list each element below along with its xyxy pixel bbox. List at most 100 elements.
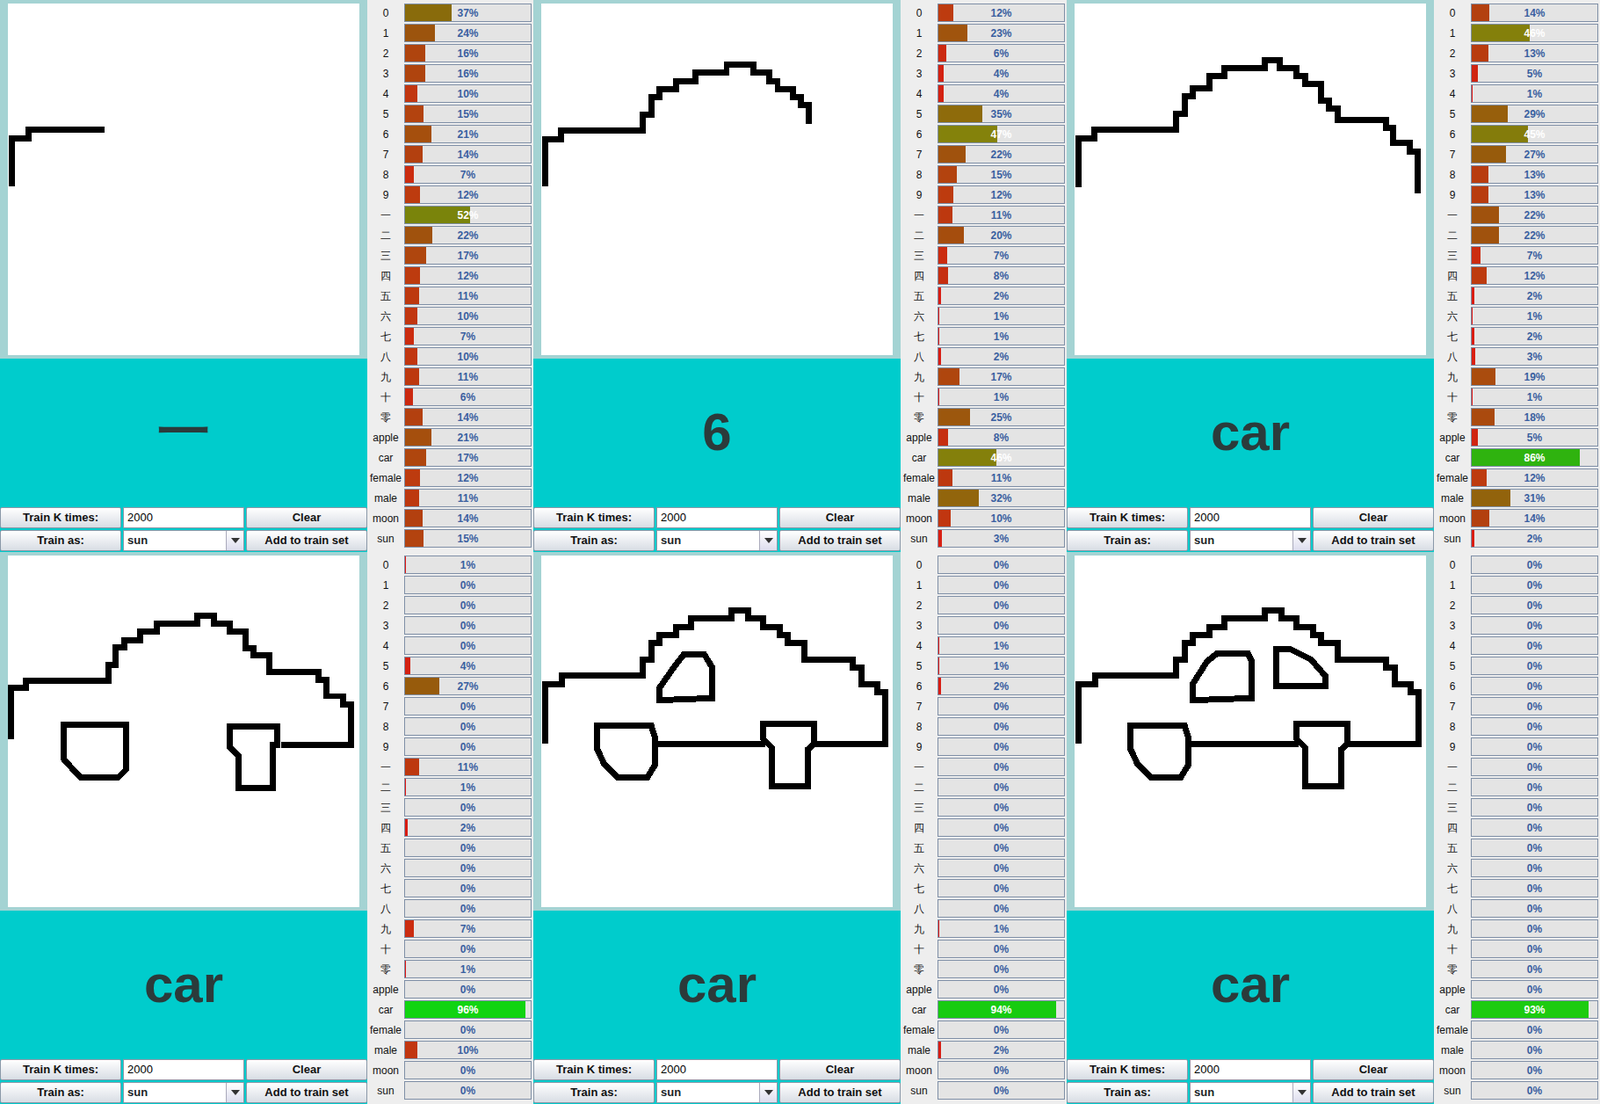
score-track: 22%	[937, 144, 1065, 164]
class-name: 3	[367, 620, 405, 631]
drawing-canvas[interactable]	[541, 555, 893, 907]
score-reading: 0%	[938, 778, 1065, 796]
score-track: 0%	[1470, 1040, 1599, 1059]
class-name: 十	[367, 943, 405, 955]
prediction-label: car	[533, 910, 901, 1058]
score-track: 10%	[404, 1040, 532, 1059]
add-to-train-set-button[interactable]: Add to train set	[779, 529, 901, 551]
class-name: 四	[900, 270, 938, 282]
score-row: 四0%	[900, 817, 1067, 838]
class-name: 5	[900, 108, 938, 120]
drawing-canvas[interactable]	[1074, 3, 1427, 355]
add-to-train-set-button[interactable]: Add to train set	[1312, 1081, 1434, 1103]
clear-button[interactable]: Clear	[1312, 1058, 1434, 1080]
score-row: 51%	[900, 655, 1067, 676]
drawing-canvas[interactable]	[7, 3, 360, 355]
score-row: 10%	[1433, 574, 1600, 595]
score-reading: 0%	[405, 859, 531, 877]
drawing-canvas[interactable]	[1074, 555, 1427, 907]
class-name: 一	[1433, 761, 1471, 773]
drawing-canvas[interactable]	[541, 3, 893, 355]
train-as-select[interactable]: sun	[656, 1081, 778, 1103]
score-track: 0%	[404, 615, 532, 635]
class-name: 6	[367, 129, 405, 140]
score-track: 0%	[1470, 878, 1599, 898]
score-track: 17%	[404, 246, 532, 265]
score-track: 1%	[404, 959, 532, 978]
score-fill	[405, 145, 423, 163]
drawing-canvas[interactable]	[7, 555, 360, 907]
score-track: 27%	[1470, 144, 1599, 164]
score-reading: 0%	[1471, 818, 1598, 836]
class-name: 4	[367, 640, 405, 652]
score-track: 13%	[1470, 165, 1599, 184]
class-name: female	[367, 1024, 405, 1036]
train-as-row: Train as:sunAdd to train set	[1066, 1080, 1434, 1104]
score-track: 2%	[937, 347, 1065, 366]
score-track: 8%	[937, 266, 1065, 285]
clear-button[interactable]: Clear	[1312, 506, 1434, 529]
class-name: moon	[900, 513, 938, 524]
add-to-train-set-button[interactable]: Add to train set	[246, 529, 368, 551]
train-times-input[interactable]	[123, 506, 245, 529]
clear-button[interactable]: Clear	[246, 1058, 368, 1080]
class-name: 0	[1433, 559, 1471, 571]
score-track: 11%	[404, 488, 532, 507]
score-track: 0%	[937, 575, 1065, 594]
score-row: 八3%	[1433, 346, 1600, 367]
train-times-input[interactable]	[656, 506, 778, 529]
class-name: 八	[1433, 903, 1471, 914]
dropdown-arrow-icon[interactable]	[759, 530, 777, 551]
train-as-select[interactable]: sun	[1189, 529, 1311, 551]
dropdown-arrow-icon[interactable]	[1292, 1082, 1311, 1102]
dropdown-arrow-icon[interactable]	[759, 1082, 777, 1102]
add-to-train-set-button[interactable]: Add to train set	[779, 1081, 901, 1103]
class-name: 六	[1433, 311, 1471, 322]
class-name: 二	[900, 230, 938, 241]
score-row: 146%	[1433, 22, 1600, 44]
score-reading: 0%	[1471, 899, 1598, 917]
prediction-label: car	[1066, 358, 1434, 507]
score-row: moon14%	[1433, 507, 1600, 529]
class-name: 6	[367, 680, 405, 692]
train-times-row: Train K times:Clear	[0, 1057, 368, 1081]
train-times-label: Train K times:	[0, 506, 122, 529]
stroke	[763, 723, 815, 786]
clear-button[interactable]: Clear	[779, 506, 901, 529]
train-as-value: sun	[123, 530, 226, 551]
train-times-input[interactable]	[1189, 1058, 1311, 1080]
score-track: 16%	[404, 43, 532, 63]
add-to-train-set-button[interactable]: Add to train set	[1312, 529, 1434, 551]
score-row: male0%	[1433, 1039, 1600, 1060]
dropdown-arrow-icon[interactable]	[225, 1082, 244, 1102]
train-as-select[interactable]: sun	[123, 1081, 245, 1103]
clear-button[interactable]: Clear	[779, 1058, 901, 1080]
train-as-select[interactable]: sun	[1189, 1081, 1311, 1103]
train-as-select[interactable]: sun	[656, 529, 778, 551]
class-name: 1	[1433, 28, 1471, 39]
class-name: 十	[900, 943, 938, 955]
class-name: 三	[1433, 802, 1471, 813]
clear-button[interactable]: Clear	[246, 506, 368, 529]
dropdown-arrow-icon[interactable]	[1292, 530, 1311, 551]
score-row: 34%	[900, 63, 1067, 84]
train-times-input[interactable]	[123, 1058, 245, 1080]
train-times-row: Train K times:Clear	[1066, 1057, 1434, 1081]
class-name: 四	[367, 270, 405, 282]
train-as-select[interactable]: sun	[123, 529, 245, 551]
score-reading: 0%	[938, 899, 1065, 917]
score-track: 0%	[1470, 777, 1599, 797]
score-track: 86%	[1470, 448, 1599, 467]
add-to-train-set-button[interactable]: Add to train set	[246, 1081, 368, 1103]
class-name: 9	[1433, 741, 1471, 753]
score-fill	[1471, 85, 1473, 102]
train-times-input[interactable]	[1189, 506, 1311, 529]
score-track: 0%	[1470, 636, 1599, 655]
score-fill	[1471, 388, 1473, 406]
score-reading: 22%	[405, 226, 531, 244]
dropdown-arrow-icon[interactable]	[225, 530, 244, 551]
train-times-input[interactable]	[656, 1058, 778, 1080]
score-row: 80%	[367, 716, 534, 737]
score-track: 29%	[1470, 104, 1599, 124]
class-name: 三	[367, 802, 405, 813]
